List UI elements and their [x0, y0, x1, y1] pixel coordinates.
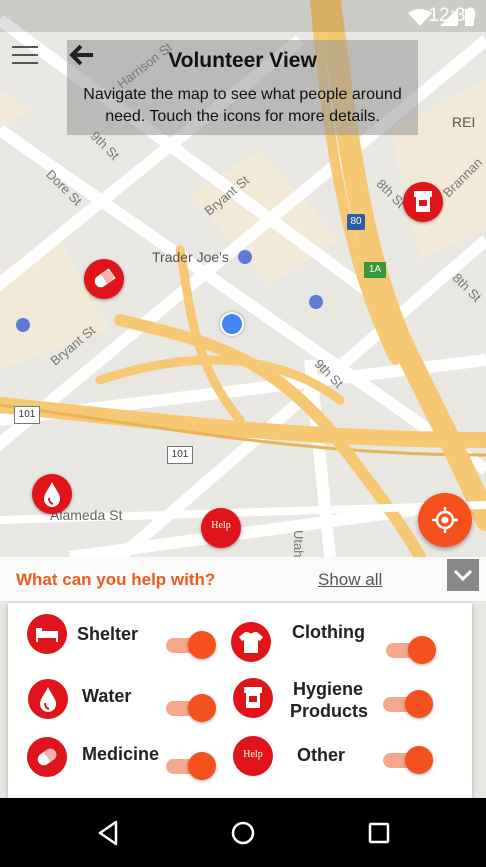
my-location-button[interactable] — [418, 493, 472, 547]
filter-panel: Shelter Clothing Water Hygiene Products — [8, 603, 472, 798]
back-icon[interactable] — [94, 818, 124, 848]
water-drop-icon — [28, 679, 68, 719]
poi-traders-joes[interactable]: Trader Joe's — [152, 249, 229, 265]
hygiene-icon — [414, 191, 432, 212]
pill-icon — [94, 268, 116, 288]
medicine-toggle[interactable] — [166, 751, 218, 781]
shirt-icon — [231, 622, 271, 662]
page-title: Volunteer View — [168, 49, 317, 72]
hygiene-products-label: Hygiene Products — [290, 678, 369, 722]
medicine-pin[interactable] — [84, 259, 124, 299]
filter-panel-title: What can you help with? — [16, 570, 216, 589]
hygiene-products-toggle[interactable] — [383, 689, 435, 719]
water-pin[interactable] — [32, 474, 72, 514]
street-label-utah: Utah St — [291, 530, 306, 557]
medicine-label: Medicine — [82, 744, 160, 764]
help-icon-text: Help — [243, 749, 263, 760]
help-icon: Help — [233, 736, 273, 776]
help-pin[interactable]: Help — [201, 508, 241, 548]
bed-icon — [27, 614, 67, 654]
water-label: Water — [82, 686, 132, 706]
other-toggle[interactable] — [383, 745, 435, 775]
map-view[interactable]: 12:30 Volunteer View Navigate the map to… — [0, 0, 486, 557]
us101-shield-mid: 101 — [167, 446, 193, 464]
collapse-panel-button[interactable] — [447, 559, 479, 591]
interstate-80-shield: 80 — [347, 214, 365, 230]
shelter-toggle[interactable] — [166, 630, 218, 660]
water-drop-icon — [44, 482, 60, 507]
exit-1a-sign: 1A — [364, 262, 386, 278]
shopping-poi-icon[interactable] — [16, 318, 30, 332]
hygiene-products-label-line2: Products — [290, 701, 369, 721]
poi-rei[interactable]: REI — [452, 114, 475, 130]
other-label: Other — [297, 745, 346, 765]
hygiene-pin[interactable] — [403, 182, 443, 222]
hygiene-icon — [233, 678, 273, 718]
crosshair-icon — [432, 507, 458, 533]
menu-icon[interactable] — [12, 46, 38, 66]
water-toggle[interactable] — [166, 693, 218, 723]
clothing-label: Clothing — [292, 622, 365, 642]
shopping-poi-icon[interactable] — [309, 295, 323, 309]
user-location-dot — [220, 312, 244, 336]
hygiene-products-label-line1: Hygiene — [292, 679, 364, 699]
help-pin-label: Help — [211, 520, 231, 531]
filter-panel-header: What can you help with? Show all — [0, 557, 486, 601]
pill-icon — [27, 737, 67, 777]
show-all-link[interactable]: Show all — [318, 570, 382, 590]
home-icon[interactable] — [228, 818, 258, 848]
android-nav-bar — [0, 798, 486, 867]
clothing-toggle[interactable] — [386, 635, 438, 665]
us101-shield-left: 101 — [14, 406, 40, 424]
status-bar: 12:30 — [0, 0, 486, 32]
status-time: 12:30 — [428, 5, 476, 26]
recents-icon[interactable] — [364, 818, 394, 848]
page-subtitle: Navigate the map to see what people arou… — [83, 86, 402, 125]
chevron-down-icon — [453, 569, 473, 582]
shelter-label: Shelter — [77, 624, 139, 644]
shopping-poi-icon[interactable] — [238, 250, 252, 264]
